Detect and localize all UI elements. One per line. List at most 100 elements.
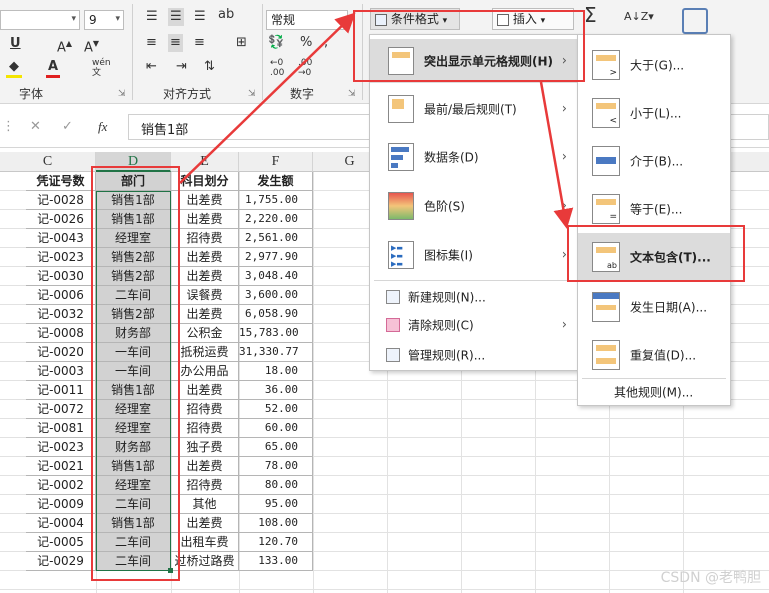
table-cell-dept[interactable]: 二车间 (96, 495, 171, 514)
text-direction-icon[interactable]: ⇅ (204, 58, 215, 76)
table-cell-voucher[interactable]: 记-0032 (26, 305, 96, 324)
menu-item-top-bottom[interactable]: 最前/最后规则(T) › (370, 87, 577, 131)
column-header-f[interactable]: F (239, 152, 313, 172)
font-name-input[interactable]: ▾ (0, 10, 80, 30)
table-cell-subject[interactable]: 公积金 (171, 324, 239, 343)
header-cell-voucher[interactable]: 凭证号数 (26, 172, 96, 191)
column-header-c[interactable]: C (0, 152, 96, 172)
enter-icon[interactable]: ✓ (62, 118, 73, 136)
table-cell-voucher[interactable]: 记-0072 (26, 400, 96, 419)
table-cell-amount[interactable]: 65.00 (239, 438, 313, 457)
table-cell-voucher[interactable]: 记-0026 (26, 210, 96, 229)
decrease-decimal-icon[interactable]: .00 →0 (298, 58, 312, 78)
table-cell-amount[interactable]: 2,220.00 (239, 210, 313, 229)
font-color-icon[interactable]: A (46, 58, 60, 78)
fill-color-icon[interactable]: ◆ (6, 58, 22, 78)
align-left-icon[interactable]: ≡ (146, 34, 157, 52)
align-middle-icon[interactable]: ☰ (168, 8, 184, 26)
table-cell-amount[interactable]: 3,048.40 (239, 267, 313, 286)
table-cell-amount[interactable]: 15,783.00 (239, 324, 313, 343)
table-cell-dept[interactable]: 销售2部 (96, 305, 171, 324)
submenu-item-text-contains[interactable]: ab 文本包含(T)... (578, 233, 730, 281)
table-cell-subject[interactable]: 出差费 (171, 514, 239, 533)
table-cell-voucher[interactable]: 记-0009 (26, 495, 96, 514)
table-cell-amount[interactable]: 60.00 (239, 419, 313, 438)
table-cell-amount[interactable]: 1,755.00 (239, 191, 313, 210)
table-cell-voucher[interactable]: 记-0008 (26, 324, 96, 343)
font-size-input[interactable]: 9 ▾ (84, 10, 124, 30)
header-cell-subject[interactable]: 科目划分 (171, 172, 239, 191)
conditional-format-button[interactable]: 条件格式 ▾ (370, 8, 460, 30)
insert-button[interactable]: 插入 ▾ (492, 8, 574, 30)
table-cell-subject[interactable]: 招待费 (171, 419, 239, 438)
table-cell-subject[interactable]: 出差费 (171, 248, 239, 267)
phonetic-icon[interactable]: wén 文 (92, 58, 111, 78)
table-cell-amount[interactable]: 6,058.90 (239, 305, 313, 324)
table-cell-voucher[interactable]: 记-0005 (26, 533, 96, 552)
table-cell-dept[interactable]: 销售1部 (96, 191, 171, 210)
currency-icon[interactable]: 💱 (268, 34, 284, 52)
table-cell-dept[interactable]: 经理室 (96, 400, 171, 419)
cancel-icon[interactable]: ✕ (30, 118, 41, 136)
underline-icon[interactable]: U (10, 35, 21, 53)
table-cell-amount[interactable]: 120.70 (239, 533, 313, 552)
column-header-d[interactable]: D (96, 152, 171, 172)
table-cell-dept[interactable]: 一车间 (96, 343, 171, 362)
table-cell-amount[interactable]: 31,330.77 (239, 343, 313, 362)
table-cell-subject[interactable]: 误餐费 (171, 286, 239, 305)
table-cell-voucher[interactable]: 记-0003 (26, 362, 96, 381)
table-cell-subject[interactable]: 出差费 (171, 267, 239, 286)
submenu-item-between[interactable]: 介于(B)... (578, 139, 730, 183)
table-cell-subject[interactable]: 出差费 (171, 457, 239, 476)
table-cell-amount[interactable]: 80.00 (239, 476, 313, 495)
table-cell-dept[interactable]: 销售1部 (96, 457, 171, 476)
table-cell-dept[interactable]: 销售1部 (96, 514, 171, 533)
table-cell-voucher[interactable]: 记-0043 (26, 229, 96, 248)
column-header-e[interactable]: E (171, 152, 239, 172)
menu-item-icon-sets[interactable]: ▶▬ ▶▬ ▶▬ 图标集(I) › (370, 233, 577, 277)
submenu-item-date-occurring[interactable]: 发生日期(A)... (578, 285, 730, 329)
table-cell-voucher[interactable]: 记-0020 (26, 343, 96, 362)
table-cell-subject[interactable]: 出租车费 (171, 533, 239, 552)
align-bottom-icon[interactable]: ☰ (194, 8, 206, 26)
table-cell-dept[interactable]: 销售2部 (96, 267, 171, 286)
menu-item-color-scales[interactable]: 色阶(S) › (370, 183, 577, 229)
table-cell-voucher[interactable]: 记-0081 (26, 419, 96, 438)
header-cell-amount[interactable]: 发生额 (239, 172, 313, 191)
insert-function-icon[interactable]: fx (98, 118, 107, 136)
table-cell-voucher[interactable]: 记-0004 (26, 514, 96, 533)
table-cell-dept[interactable]: 财务部 (96, 438, 171, 457)
table-cell-subject[interactable]: 出差费 (171, 191, 239, 210)
table-cell-subject[interactable]: 出差费 (171, 210, 239, 229)
table-cell-dept[interactable]: 销售1部 (96, 210, 171, 229)
table-cell-subject[interactable]: 办公用品 (171, 362, 239, 381)
increase-indent-icon[interactable]: ⇥ (176, 58, 187, 76)
table-cell-amount[interactable]: 3,600.00 (239, 286, 313, 305)
menu-item-clear-rules[interactable]: 清除规则(C) › (370, 311, 577, 339)
table-cell-subject[interactable]: 过桥过路费 (171, 552, 239, 571)
table-cell-subject[interactable]: 独子费 (171, 438, 239, 457)
fill-handle[interactable] (168, 568, 173, 573)
table-cell-voucher[interactable]: 记-0030 (26, 267, 96, 286)
percent-icon[interactable]: % (300, 34, 312, 52)
table-cell-dept[interactable]: 一车间 (96, 362, 171, 381)
menu-item-manage-rules[interactable]: 管理规则(R)... (370, 341, 577, 369)
table-cell-amount[interactable]: 133.00 (239, 552, 313, 571)
table-cell-amount[interactable]: 2,977.90 (239, 248, 313, 267)
table-cell-subject[interactable]: 抵税运费 (171, 343, 239, 362)
table-cell-voucher[interactable]: 记-0023 (26, 438, 96, 457)
table-cell-dept[interactable]: 二车间 (96, 552, 171, 571)
table-cell-dept[interactable]: 二车间 (96, 286, 171, 305)
table-cell-subject[interactable]: 其他 (171, 495, 239, 514)
table-cell-voucher[interactable]: 记-0029 (26, 552, 96, 571)
table-cell-dept[interactable]: 财务部 (96, 324, 171, 343)
table-cell-dept[interactable]: 二车间 (96, 533, 171, 552)
submenu-item-duplicate[interactable]: 重复值(D)... (578, 333, 730, 377)
align-top-icon[interactable]: ☰ (146, 8, 158, 26)
table-cell-voucher[interactable]: 记-0021 (26, 457, 96, 476)
table-cell-voucher[interactable]: 记-0023 (26, 248, 96, 267)
merge-cells-icon[interactable]: ⊞ (236, 34, 247, 52)
table-cell-subject[interactable]: 出差费 (171, 305, 239, 324)
submenu-item-equal[interactable]: = 等于(E)... (578, 187, 730, 231)
table-cell-dept[interactable]: 销售1部 (96, 381, 171, 400)
